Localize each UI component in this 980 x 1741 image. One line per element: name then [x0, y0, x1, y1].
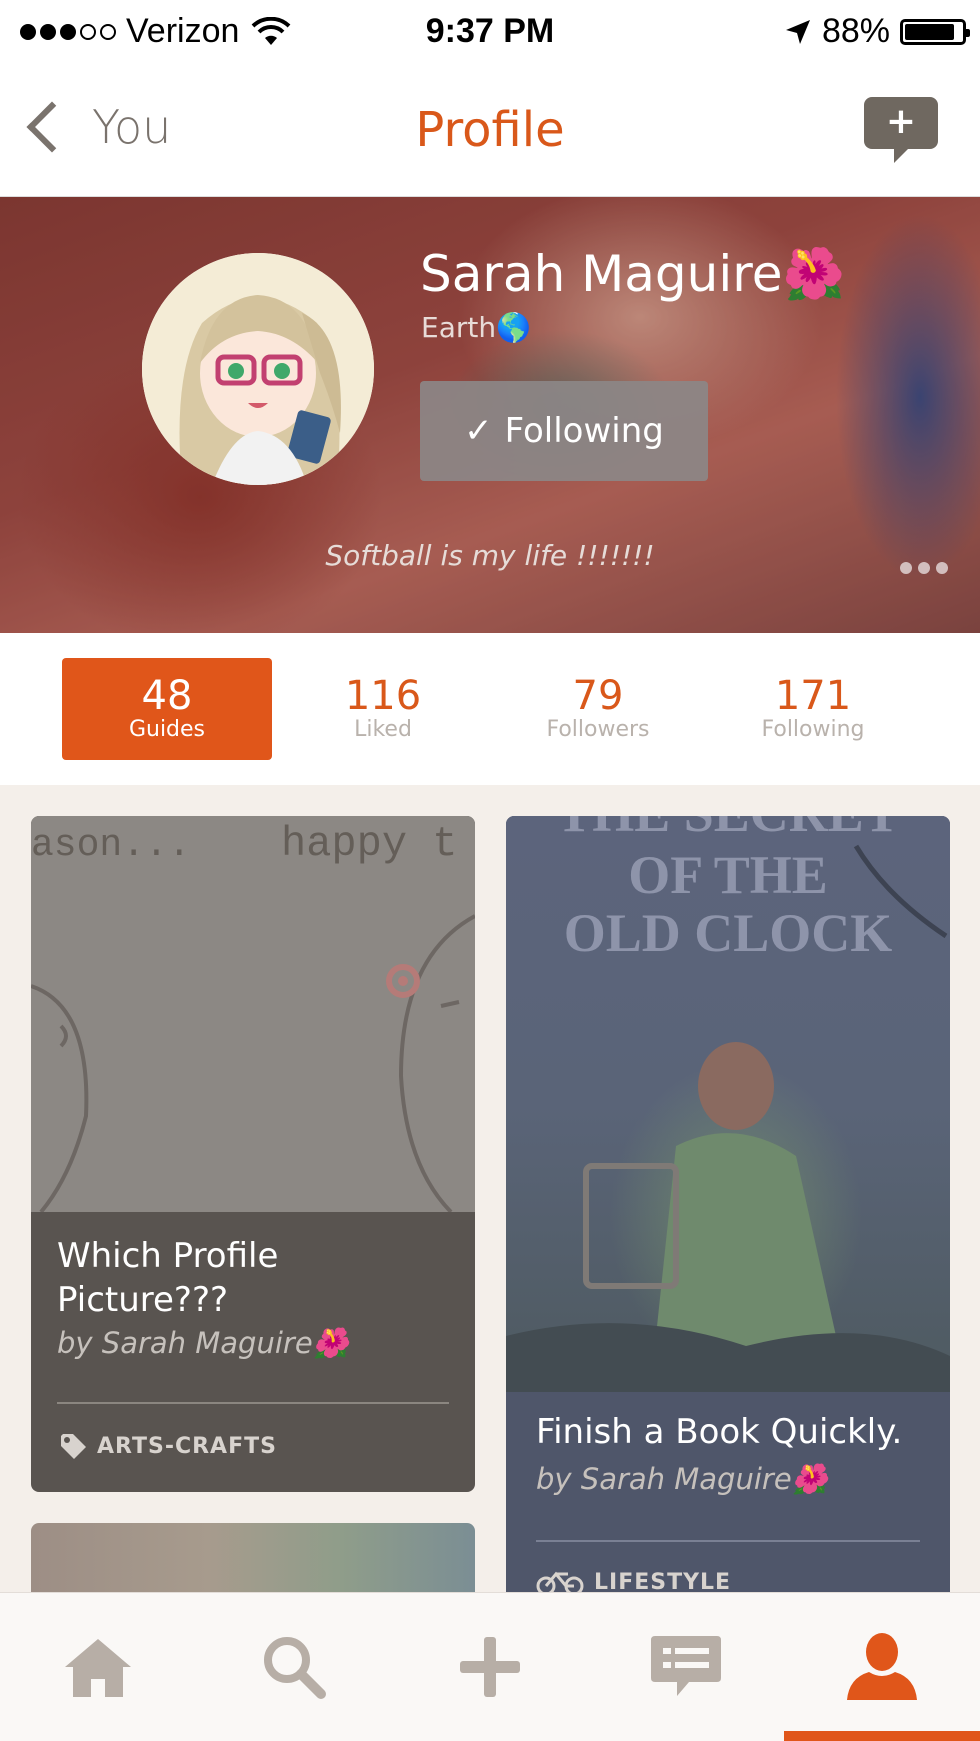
hibiscus-emoji: 🌺 — [782, 245, 845, 303]
guide-cover-image: ason... happy t — [31, 816, 475, 1212]
messages-icon — [651, 1636, 721, 1696]
stat-value: 48 — [141, 673, 193, 719]
guide-title: Which Profile Picture??? — [57, 1234, 278, 1322]
status-bar: Verizon 9:37 PM 88% — [0, 0, 980, 62]
more-dot-icon — [918, 562, 930, 574]
stat-following[interactable]: 171 Following — [708, 658, 918, 760]
page-title: Profile — [415, 102, 565, 158]
guide-byline: by Sarah Maguire🌺 — [57, 1326, 349, 1360]
plus-icon — [460, 1637, 520, 1697]
stat-value: 171 — [774, 673, 852, 719]
tab-create[interactable] — [392, 1593, 588, 1741]
profile-location: Earth🌎 — [421, 311, 531, 344]
guide-title: Finish a Book Quickly. — [536, 1412, 903, 1452]
new-message-button[interactable]: + — [864, 97, 938, 163]
stat-guides[interactable]: 48 Guides — [62, 658, 272, 760]
guide-card[interactable]: ason... happy t Which Profile Picture???… — [31, 816, 475, 1492]
search-icon — [264, 1637, 326, 1699]
more-dot-icon — [936, 562, 948, 574]
category-label: LIFESTYLE — [594, 1569, 732, 1595]
navigation-bar: You Profile + — [0, 62, 980, 197]
tag-icon — [61, 1434, 86, 1459]
status-right: 88% — [784, 12, 970, 51]
guide-category[interactable]: ARTS-CRAFTS — [59, 1432, 277, 1460]
avatar[interactable] — [142, 253, 374, 485]
bird-drawing — [31, 914, 475, 1212]
location-text: Earth — [421, 311, 497, 344]
location-arrow-icon — [785, 19, 810, 44]
tab-bar — [0, 1592, 980, 1741]
avatar-illustration — [142, 253, 374, 485]
profile-name: Sarah Maguire🌺 — [420, 245, 845, 304]
category-label: ARTS-CRAFTS — [97, 1433, 277, 1459]
compose-plus-icon: + — [885, 101, 917, 142]
tab-messages[interactable] — [588, 1593, 784, 1741]
guide-byline: by Sarah Maguire🌺 — [536, 1462, 828, 1496]
tab-profile[interactable] — [784, 1593, 980, 1741]
stat-label: Following — [761, 717, 865, 742]
profile-stats: 48 Guides 116 Liked 79 Followers 171 Fol… — [0, 633, 980, 785]
profile-icon — [847, 1633, 917, 1700]
divider — [57, 1402, 449, 1404]
profile-header: Sarah Maguire🌺 Earth🌎 ✓ Following Softba… — [0, 197, 980, 633]
profile-name-text: Sarah Maguire — [420, 245, 783, 303]
stat-liked[interactable]: 116 Liked — [278, 658, 488, 760]
divider — [536, 1540, 920, 1542]
battery-icon — [900, 18, 970, 45]
globe-emoji: 🌎 — [496, 311, 531, 344]
more-dot-icon — [900, 562, 912, 574]
stat-followers[interactable]: 79 Followers — [493, 658, 703, 760]
stat-value: 116 — [344, 673, 422, 719]
stat-label: Liked — [354, 717, 412, 742]
following-button[interactable]: ✓ Following — [420, 381, 708, 481]
home-icon — [65, 1639, 131, 1697]
guide-cover-image: THE SECRET OF THE OLD CLOCK — [506, 816, 950, 1392]
stat-label: Followers — [546, 717, 650, 742]
tab-search[interactable] — [196, 1593, 392, 1741]
battery-fill — [905, 23, 954, 40]
tab-home[interactable] — [0, 1593, 196, 1741]
guide-title-line: Which Profile — [57, 1236, 279, 1276]
stat-value: 79 — [572, 673, 624, 719]
more-options-button[interactable] — [900, 562, 948, 574]
battery-percent: 88% — [821, 12, 890, 50]
book-cover-illustration — [506, 844, 950, 1392]
profile-bio: Softball is my life !!!!!!! — [325, 539, 655, 572]
check-icon: ✓ — [464, 411, 493, 451]
guide-title-line: Picture??? — [57, 1280, 229, 1320]
following-label: Following — [504, 411, 664, 451]
stat-label: Guides — [128, 717, 206, 742]
guide-card[interactable]: THE SECRET OF THE OLD CLOCK Finish a Boo… — [506, 816, 950, 1616]
